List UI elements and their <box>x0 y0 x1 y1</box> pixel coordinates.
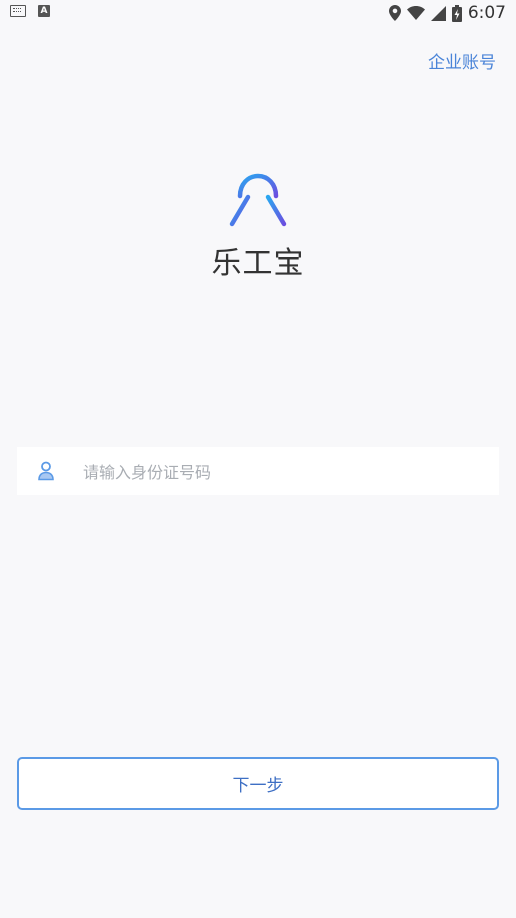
location-icon <box>388 5 401 21</box>
id-number-field[interactable] <box>17 447 499 497</box>
user-icon <box>38 461 54 481</box>
login-screen: A 6:07 企业账号 乐工宝 请输入身份证号码 下一步 <box>0 0 516 918</box>
next-button[interactable]: 下一步 <box>17 757 499 810</box>
battery-charging-icon <box>451 4 462 22</box>
corp-account-link[interactable]: 企业账号 <box>428 48 496 73</box>
app-logo-icon <box>229 173 287 227</box>
app-name: 乐工宝 <box>211 246 305 281</box>
status-bar: A 6:07 <box>0 0 516 26</box>
a-icon: A <box>38 5 50 17</box>
keyboard-icon <box>10 5 26 17</box>
wifi-icon <box>406 6 425 20</box>
id-number-input[interactable] <box>81 447 485 497</box>
signal-icon <box>430 5 446 21</box>
clock-time: 6:07 <box>467 3 506 23</box>
